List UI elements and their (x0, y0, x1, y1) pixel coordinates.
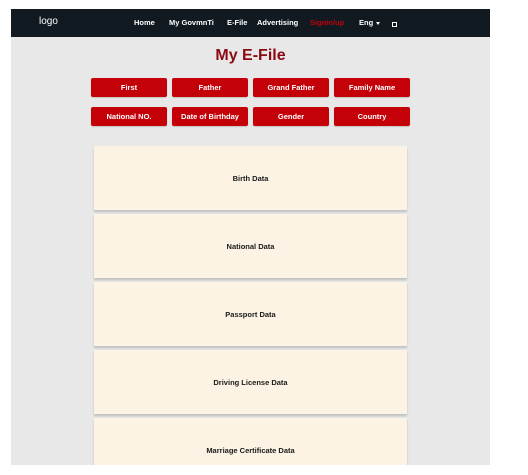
nav-signin-signup[interactable]: Signin/up (310, 18, 344, 27)
square-icon[interactable] (392, 22, 397, 27)
field-country-button[interactable]: Country (334, 107, 410, 126)
section-label: National Data (226, 241, 275, 251)
nav-my-govmnti[interactable]: My GovmnTi (169, 18, 214, 27)
nav-advertising[interactable]: Advertising (257, 18, 298, 27)
app-frame: logo Home My GovmnTi E-File Advertising … (11, 9, 490, 465)
logo[interactable]: logo (39, 16, 58, 27)
section-label: Birth Data (232, 173, 269, 183)
nav-home[interactable]: Home (134, 18, 155, 27)
section-marriage-certificate-data[interactable]: Marriage Certificate Data (94, 418, 407, 465)
field-date-of-birthday-button[interactable]: Date of Birthday (172, 107, 248, 126)
field-national-no-button[interactable]: National NO. (91, 107, 167, 126)
section-driving-license-data[interactable]: Driving License Data (94, 350, 407, 414)
nav-e-file[interactable]: E-File (227, 18, 247, 27)
chevron-down-icon (376, 21, 381, 25)
section-national-data[interactable]: National Data (94, 214, 407, 278)
section-label: Passport Data (225, 309, 276, 319)
section-passport-data[interactable]: Passport Data (94, 282, 407, 346)
top-navbar: logo Home My GovmnTi E-File Advertising … (11, 9, 490, 37)
section-label: Driving License Data (213, 377, 288, 387)
section-label: Marriage Certificate Data (206, 445, 295, 455)
section-birth-data[interactable]: Birth Data (94, 146, 407, 210)
field-family-name-button[interactable]: Family Name (334, 78, 410, 97)
page-title: My E-File (215, 47, 286, 64)
field-gender-button[interactable]: Gender (253, 107, 329, 126)
field-father-button[interactable]: Father (172, 78, 248, 97)
language-dropdown[interactable]: Eng (359, 18, 381, 27)
field-grand-father-button[interactable]: Grand Father (253, 78, 329, 97)
language-label: Eng (359, 18, 374, 27)
field-first-button[interactable]: First (91, 78, 167, 97)
